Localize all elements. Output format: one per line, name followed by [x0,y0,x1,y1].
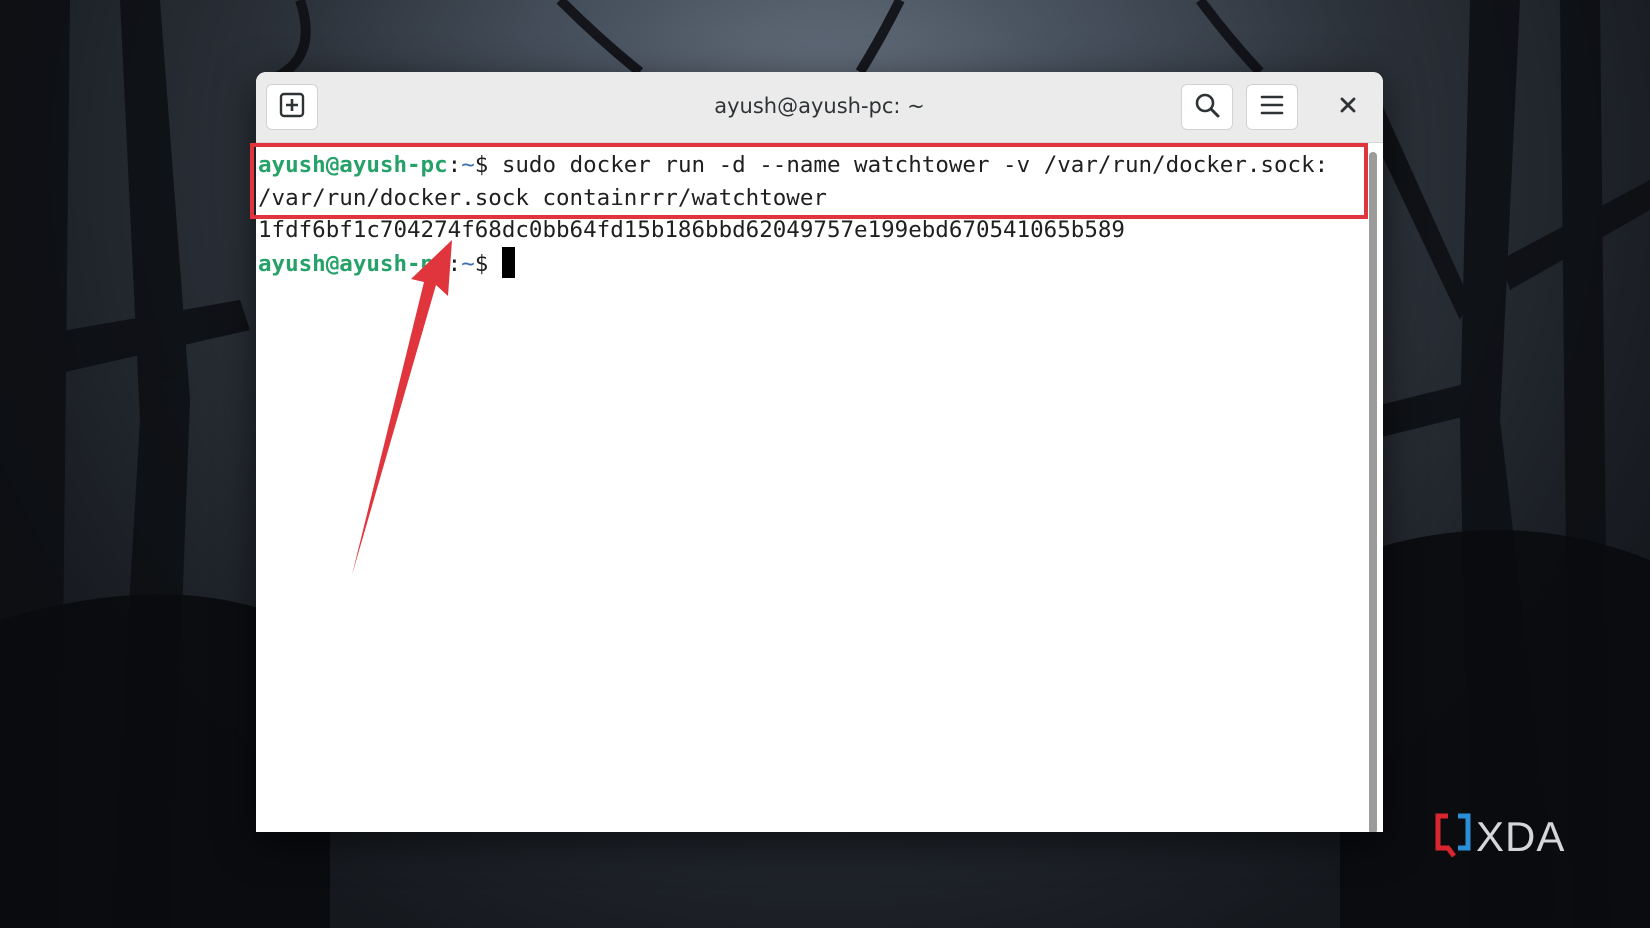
xda-watermark-text: XDA [1476,813,1566,860]
prompt-separator: : [447,250,462,277]
search-icon [1193,91,1221,123]
prompt-path: ~ [461,250,475,277]
prompt-user-host: ayush@ayush-pc [258,152,448,178]
window-headerbar: ayush@ayush-pc: ~ [256,72,1383,143]
prompt-user-host: ayush@ayush-pc [258,250,448,277]
command-text: sudo docker run -d --name watchtower -v … [501,152,1329,178]
terminal-line-2: /var/run/docker.sock containrrr/watchtow… [258,184,827,211]
xda-logo-icon [1434,812,1472,862]
prompt-dollar: $ [474,152,502,178]
terminal-line-4: ayush@ayush-pc:~$ [258,246,1363,281]
scrollbar[interactable] [1369,152,1377,832]
container-id-output: 1fdf6bf1c704274f68dc0bb64fd15b186bbd6204… [258,217,1125,243]
terminal-window: ayush@ayush-pc: ~ ayush@ayush-pc:~$ sudo… [256,72,1383,832]
prompt-dollar: $ [474,250,502,277]
xda-watermark: XDA [1434,812,1565,862]
search-button[interactable] [1181,84,1233,130]
terminal-line-1: ayush@ayush-pc:~$ sudo docker run -d --n… [258,149,1363,182]
terminal-output[interactable]: ayush@ayush-pc:~$ sudo docker run -d --n… [256,143,1363,832]
prompt-path: ~ [461,152,475,178]
text-cursor [501,246,515,278]
menu-button[interactable] [1246,84,1298,130]
close-button[interactable] [1322,84,1374,130]
prompt-separator: : [447,152,462,178]
hamburger-menu-icon [1259,93,1285,121]
close-icon [1339,96,1357,118]
